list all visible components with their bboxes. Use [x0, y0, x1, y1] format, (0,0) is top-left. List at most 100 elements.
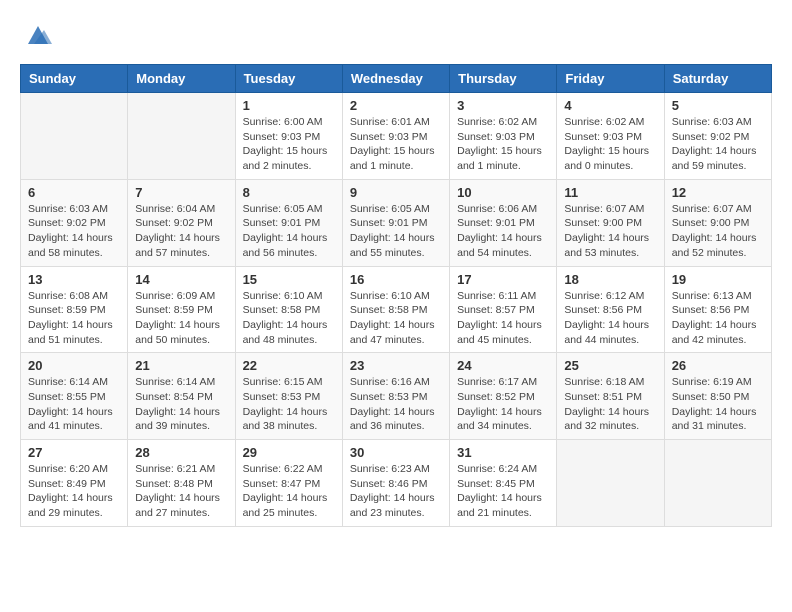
day-number: 21: [135, 358, 227, 373]
day-number: 23: [350, 358, 442, 373]
day-info: Sunrise: 6:22 AMSunset: 8:47 PMDaylight:…: [243, 462, 335, 521]
weekday-header-thursday: Thursday: [450, 65, 557, 93]
day-number: 1: [243, 98, 335, 113]
day-number: 2: [350, 98, 442, 113]
calendar-cell: 16 Sunrise: 6:10 AMSunset: 8:58 PMDayligh…: [342, 266, 449, 353]
calendar-cell: 2 Sunrise: 6:01 AMSunset: 9:03 PMDaylight…: [342, 93, 449, 180]
day-number: 17: [457, 272, 549, 287]
day-info: Sunrise: 6:16 AMSunset: 8:53 PMDaylight:…: [350, 375, 442, 434]
calendar-cell: 8 Sunrise: 6:05 AMSunset: 9:01 PMDaylight…: [235, 179, 342, 266]
calendar-cell: [128, 93, 235, 180]
day-number: 30: [350, 445, 442, 460]
calendar-table: SundayMondayTuesdayWednesdayThursdayFrid…: [20, 64, 772, 527]
day-info: Sunrise: 6:09 AMSunset: 8:59 PMDaylight:…: [135, 289, 227, 348]
day-info: Sunrise: 6:05 AMSunset: 9:01 PMDaylight:…: [350, 202, 442, 261]
day-info: Sunrise: 6:07 AMSunset: 9:00 PMDaylight:…: [672, 202, 764, 261]
weekday-header-sunday: Sunday: [21, 65, 128, 93]
day-number: 25: [564, 358, 656, 373]
day-info: Sunrise: 6:03 AMSunset: 9:02 PMDaylight:…: [672, 115, 764, 174]
calendar-cell: 4 Sunrise: 6:02 AMSunset: 9:03 PMDaylight…: [557, 93, 664, 180]
calendar-cell: 29 Sunrise: 6:22 AMSunset: 8:47 PMDayligh…: [235, 440, 342, 527]
day-number: 15: [243, 272, 335, 287]
calendar-cell: 10 Sunrise: 6:06 AMSunset: 9:01 PMDayligh…: [450, 179, 557, 266]
day-number: 12: [672, 185, 764, 200]
weekday-header-monday: Monday: [128, 65, 235, 93]
day-number: 26: [672, 358, 764, 373]
day-number: 4: [564, 98, 656, 113]
day-number: 9: [350, 185, 442, 200]
day-number: 8: [243, 185, 335, 200]
calendar-cell: 27 Sunrise: 6:20 AMSunset: 8:49 PMDayligh…: [21, 440, 128, 527]
day-info: Sunrise: 6:02 AMSunset: 9:03 PMDaylight:…: [457, 115, 549, 174]
calendar-cell: 24 Sunrise: 6:17 AMSunset: 8:52 PMDayligh…: [450, 353, 557, 440]
weekday-header-saturday: Saturday: [664, 65, 771, 93]
day-info: Sunrise: 6:19 AMSunset: 8:50 PMDaylight:…: [672, 375, 764, 434]
calendar-cell: 28 Sunrise: 6:21 AMSunset: 8:48 PMDayligh…: [128, 440, 235, 527]
day-info: Sunrise: 6:20 AMSunset: 8:49 PMDaylight:…: [28, 462, 120, 521]
day-number: 29: [243, 445, 335, 460]
calendar-cell: 15 Sunrise: 6:10 AMSunset: 8:58 PMDayligh…: [235, 266, 342, 353]
page-header: [20, 20, 772, 48]
calendar-cell: [21, 93, 128, 180]
calendar-cell: 25 Sunrise: 6:18 AMSunset: 8:51 PMDayligh…: [557, 353, 664, 440]
logo-icon: [24, 20, 52, 48]
day-number: 27: [28, 445, 120, 460]
day-number: 24: [457, 358, 549, 373]
day-number: 31: [457, 445, 549, 460]
day-number: 16: [350, 272, 442, 287]
calendar-cell: 12 Sunrise: 6:07 AMSunset: 9:00 PMDayligh…: [664, 179, 771, 266]
day-number: 28: [135, 445, 227, 460]
day-info: Sunrise: 6:14 AMSunset: 8:54 PMDaylight:…: [135, 375, 227, 434]
calendar-cell: 18 Sunrise: 6:12 AMSunset: 8:56 PMDayligh…: [557, 266, 664, 353]
day-number: 5: [672, 98, 764, 113]
calendar-cell: 13Sunrise: 6:08 AMSunset: 8:59 PMDayligh…: [21, 266, 128, 353]
day-info: Sunrise: 6:10 AMSunset: 8:58 PMDaylight:…: [243, 289, 335, 348]
calendar-cell: 23 Sunrise: 6:16 AMSunset: 8:53 PMDayligh…: [342, 353, 449, 440]
weekday-header-wednesday: Wednesday: [342, 65, 449, 93]
day-number: 3: [457, 98, 549, 113]
calendar-cell: 22Sunrise: 6:15 AMSunset: 8:53 PMDayligh…: [235, 353, 342, 440]
day-info: Sunrise: 6:21 AMSunset: 8:48 PMDaylight:…: [135, 462, 227, 521]
calendar-cell: [557, 440, 664, 527]
calendar-cell: 9 Sunrise: 6:05 AMSunset: 9:01 PMDaylight…: [342, 179, 449, 266]
weekday-header-friday: Friday: [557, 65, 664, 93]
day-info: Sunrise: 6:04 AMSunset: 9:02 PMDaylight:…: [135, 202, 227, 261]
day-info: Sunrise: 6:11 AMSunset: 8:57 PMDaylight:…: [457, 289, 549, 348]
calendar-cell: 19 Sunrise: 6:13 AMSunset: 8:56 PMDayligh…: [664, 266, 771, 353]
day-number: 14: [135, 272, 227, 287]
day-info: Sunrise: 6:13 AMSunset: 8:56 PMDaylight:…: [672, 289, 764, 348]
day-info: Sunrise: 6:06 AMSunset: 9:01 PMDaylight:…: [457, 202, 549, 261]
day-info: Sunrise: 6:00 AMSunset: 9:03 PMDaylight:…: [243, 115, 335, 174]
calendar-cell: 21 Sunrise: 6:14 AMSunset: 8:54 PMDayligh…: [128, 353, 235, 440]
day-info: Sunrise: 6:18 AMSunset: 8:51 PMDaylight:…: [564, 375, 656, 434]
day-number: 18: [564, 272, 656, 287]
day-info: Sunrise: 6:07 AMSunset: 9:00 PMDaylight:…: [564, 202, 656, 261]
day-number: 19: [672, 272, 764, 287]
day-info: Sunrise: 6:12 AMSunset: 8:56 PMDaylight:…: [564, 289, 656, 348]
day-number: 20: [28, 358, 120, 373]
calendar-cell: 11 Sunrise: 6:07 AMSunset: 9:00 PMDayligh…: [557, 179, 664, 266]
calendar-cell: 5 Sunrise: 6:03 AMSunset: 9:02 PMDaylight…: [664, 93, 771, 180]
day-info: Sunrise: 6:01 AMSunset: 9:03 PMDaylight:…: [350, 115, 442, 174]
calendar-cell: 14 Sunrise: 6:09 AMSunset: 8:59 PMDayligh…: [128, 266, 235, 353]
calendar-cell: 30Sunrise: 6:23 AMSunset: 8:46 PMDayligh…: [342, 440, 449, 527]
weekday-header-tuesday: Tuesday: [235, 65, 342, 93]
calendar-cell: 17 Sunrise: 6:11 AMSunset: 8:57 PMDayligh…: [450, 266, 557, 353]
calendar-cell: 3 Sunrise: 6:02 AMSunset: 9:03 PMDaylight…: [450, 93, 557, 180]
day-number: 7: [135, 185, 227, 200]
calendar-cell: 6 Sunrise: 6:03 AMSunset: 9:02 PMDaylight…: [21, 179, 128, 266]
day-info: Sunrise: 6:03 AMSunset: 9:02 PMDaylight:…: [28, 202, 120, 261]
day-info: Sunrise: 6:17 AMSunset: 8:52 PMDaylight:…: [457, 375, 549, 434]
day-info: Sunrise: 6:10 AMSunset: 8:58 PMDaylight:…: [350, 289, 442, 348]
day-info: Sunrise: 6:15 AMSunset: 8:53 PMDaylight:…: [243, 375, 335, 434]
day-number: 13: [28, 272, 120, 287]
day-number: 10: [457, 185, 549, 200]
calendar-cell: [664, 440, 771, 527]
calendar-cell: 31 Sunrise: 6:24 AMSunset: 8:45 PMDayligh…: [450, 440, 557, 527]
day-number: 11: [564, 185, 656, 200]
calendar-cell: 7 Sunrise: 6:04 AMSunset: 9:02 PMDaylight…: [128, 179, 235, 266]
day-info: Sunrise: 6:05 AMSunset: 9:01 PMDaylight:…: [243, 202, 335, 261]
day-info: Sunrise: 6:02 AMSunset: 9:03 PMDaylight:…: [564, 115, 656, 174]
day-info: Sunrise: 6:24 AMSunset: 8:45 PMDaylight:…: [457, 462, 549, 521]
day-number: 6: [28, 185, 120, 200]
